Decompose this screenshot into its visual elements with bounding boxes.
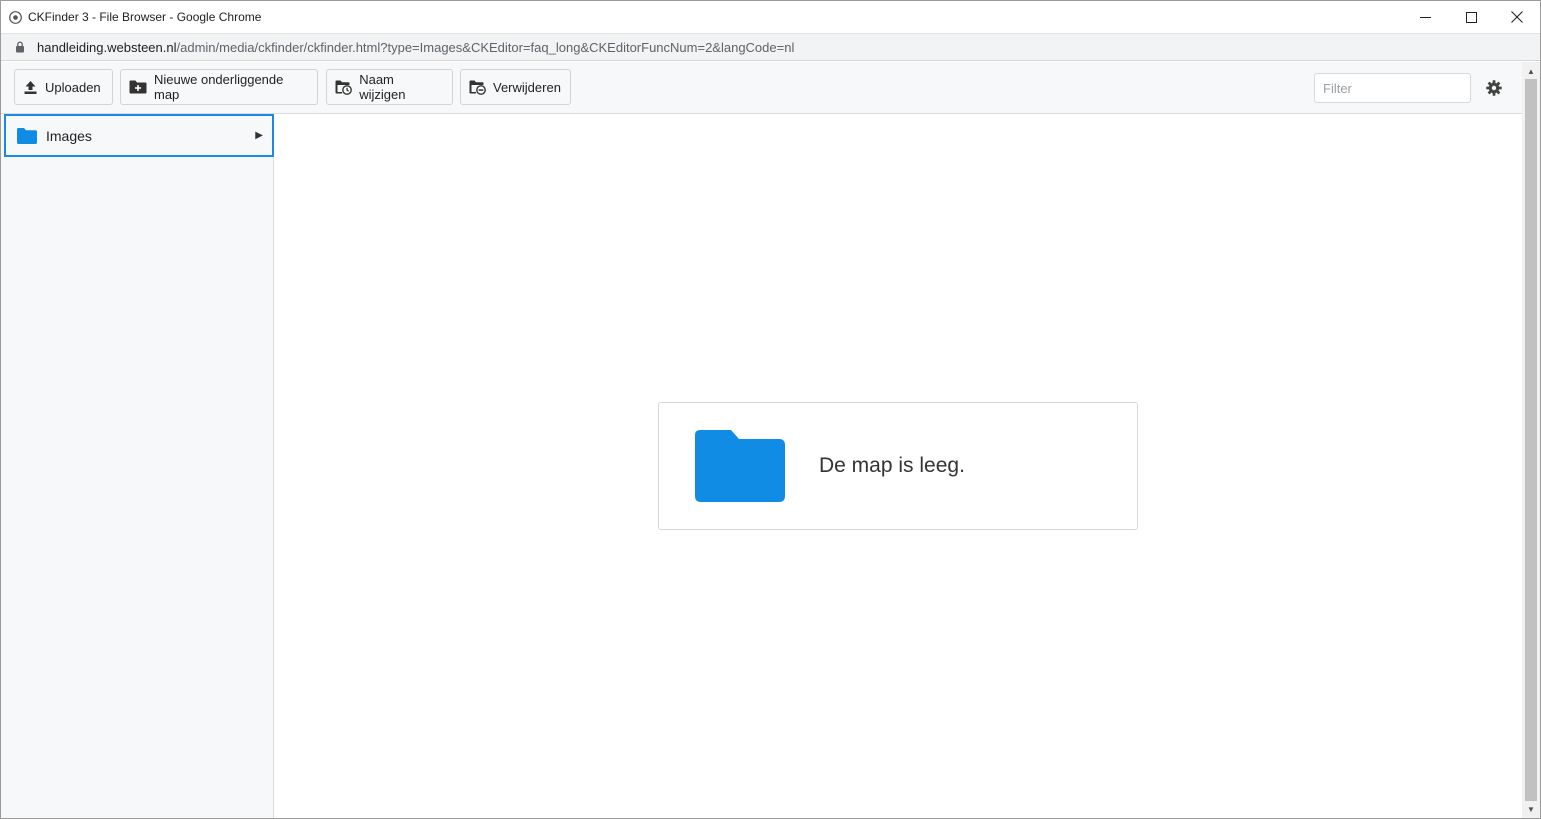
toolbar: Uploaden Nieuwe onderliggende map Naam w… [1,62,1522,114]
upload-button[interactable]: Uploaden [14,69,113,105]
folder-icon [17,127,37,144]
empty-folder-notice: De map is leeg. [658,402,1138,530]
scrollbar-thumb[interactable] [1525,79,1537,801]
upload-icon [23,79,38,95]
folder-edit-icon [335,79,352,95]
rename-button[interactable]: Naam wijzigen [326,69,453,105]
empty-message: De map is leeg. [819,454,965,477]
vertical-scrollbar[interactable]: ▲ ▼ [1522,62,1540,818]
close-button[interactable] [1494,1,1540,33]
address-bar[interactable]: handleiding.websteen.nl/admin/media/ckfi… [1,33,1540,61]
filter-input[interactable] [1314,73,1471,103]
delete-button[interactable]: Verwijderen [460,69,571,105]
file-view: De map is leeg. [275,114,1522,818]
rename-label: Naam wijzigen [359,72,406,102]
expand-arrow-icon[interactable]: ▶ [255,130,263,141]
url-host: handleiding.websteen.nl [37,39,177,55]
minimize-icon [1419,16,1431,18]
upload-label: Uploaden [45,79,101,95]
maximize-icon [1465,11,1477,23]
maximize-button[interactable] [1448,1,1494,33]
delete-label: Verwijderen [493,79,561,95]
new-folder-button[interactable]: Nieuwe onderliggende map [120,69,318,105]
folder-delete-icon [469,79,486,95]
window-title: CKFinder 3 - File Browser - Google Chrom… [28,10,262,24]
scroll-up-arrow-icon[interactable]: ▲ [1522,64,1540,78]
chrome-icon [8,10,22,24]
empty-folder-icon [695,430,785,502]
title-bar[interactable]: CKFinder 3 - File Browser - Google Chrom… [1,1,1540,33]
url-text[interactable]: handleiding.websteen.nl/admin/media/ckfi… [37,40,794,55]
folder-tree: Images ▶ [1,114,274,818]
settings-button[interactable] [1483,77,1505,99]
minimize-button[interactable] [1402,1,1448,33]
browser-window: CKFinder 3 - File Browser - Google Chrom… [0,0,1541,819]
lock-icon [15,40,27,54]
window-controls [1402,1,1540,33]
folder-plus-icon [129,79,147,95]
scroll-down-arrow-icon[interactable]: ▼ [1522,802,1540,816]
close-icon [1511,11,1523,23]
gear-icon [1486,80,1502,96]
folder-label: Images [46,127,92,144]
new-folder-label: Nieuwe onderliggende map [154,72,284,102]
folder-item-images[interactable]: Images ▶ [4,114,274,157]
ckfinder-app: Uploaden Nieuwe onderliggende map Naam w… [1,62,1522,818]
url-path: /admin/media/ckfinder/ckfinder.html?type… [176,39,795,55]
